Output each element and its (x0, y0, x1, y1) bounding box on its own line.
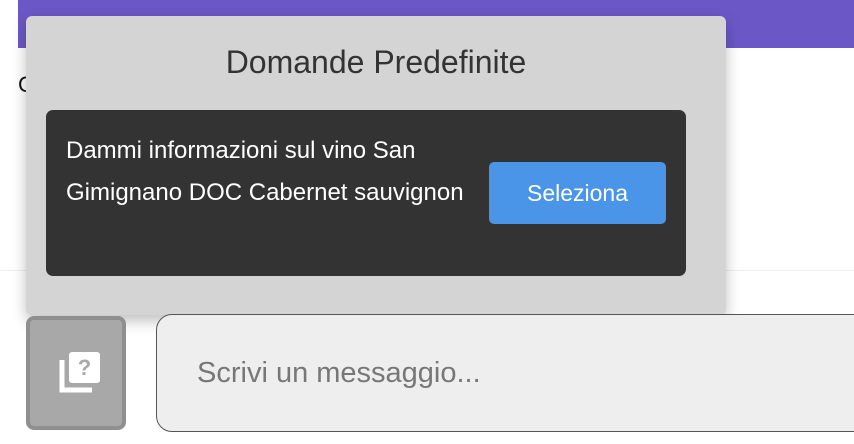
predefined-questions-popup: Domande Predefinite Dammi informazioni s… (26, 16, 726, 315)
question-library-icon: ? (59, 352, 100, 393)
question-text: Dammi informazioni sul vino San Gimignan… (66, 137, 464, 206)
svg-text:?: ? (78, 355, 91, 380)
question-card: Dammi informazioni sul vino San Gimignan… (46, 110, 686, 276)
predefined-questions-button[interactable]: ? (26, 316, 126, 430)
message-input[interactable] (156, 314, 854, 432)
popup-title: Domande Predefinite (225, 44, 527, 80)
select-question-button[interactable]: Seleziona (489, 162, 666, 224)
